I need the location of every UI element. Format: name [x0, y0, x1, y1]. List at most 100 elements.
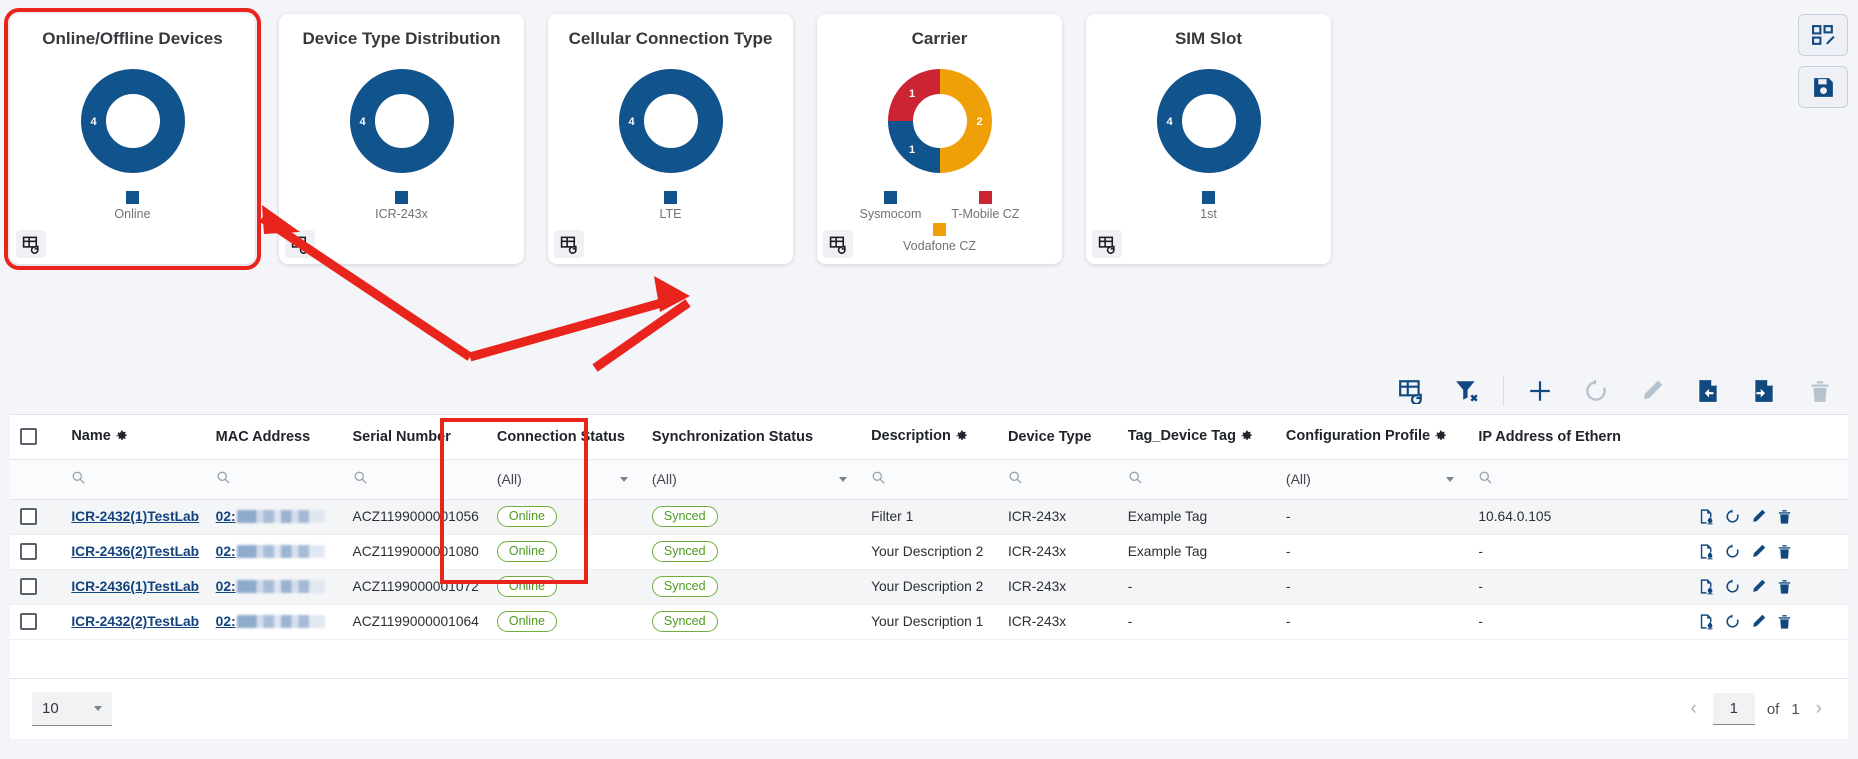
current-page-input[interactable]: 1 — [1713, 693, 1755, 725]
grid-refresh-button[interactable] — [1383, 371, 1439, 411]
column-header[interactable]: MAC Address — [206, 415, 343, 459]
mac-address-link[interactable]: 02: — [216, 544, 236, 559]
row-config-icon[interactable] — [1698, 578, 1715, 595]
column-filter-cell[interactable] — [1468, 459, 1687, 499]
clear-filter-button[interactable] — [1439, 371, 1495, 411]
column-settings-icon[interactable] — [1241, 430, 1253, 446]
column-settings-icon[interactable] — [956, 430, 968, 446]
filter-search-input[interactable] — [353, 470, 477, 488]
column-filter-cell[interactable]: (All) — [642, 459, 861, 499]
chart-refresh-button[interactable] — [1092, 230, 1122, 258]
column-filter-cell[interactable]: (All) — [487, 459, 642, 499]
donut-chart[interactable]: 4 — [340, 59, 464, 183]
legend-item[interactable]: ICR-243x — [372, 191, 432, 221]
column-filter-cell[interactable] — [998, 459, 1118, 499]
row-select-cell[interactable] — [10, 499, 61, 534]
legend-item[interactable]: Sysmocom — [860, 191, 922, 221]
add-button[interactable] — [1512, 371, 1568, 411]
delete-button[interactable] — [1792, 371, 1848, 411]
chart-refresh-button[interactable] — [285, 230, 315, 258]
row-refresh-icon[interactable] — [1724, 543, 1741, 560]
row-delete-icon[interactable] — [1776, 543, 1793, 560]
device-name-link[interactable]: ICR-2432(2)TestLab — [71, 614, 199, 629]
filter-select[interactable]: (All) — [497, 471, 632, 487]
table-row[interactable]: ICR-2436(2)TestLab 02: ACZ1199000001080 … — [10, 534, 1848, 569]
chart-refresh-button[interactable] — [16, 230, 46, 258]
search-icon[interactable] — [353, 473, 368, 488]
search-icon[interactable] — [71, 473, 86, 488]
row-checkbox[interactable] — [20, 543, 37, 560]
filter-search-input[interactable] — [871, 470, 988, 488]
edit-button[interactable] — [1624, 371, 1680, 411]
column-header[interactable]: Configuration Profile — [1276, 415, 1468, 459]
column-settings-icon[interactable] — [116, 430, 128, 446]
legend-item[interactable]: Vodafone CZ — [903, 223, 976, 253]
prev-page-button[interactable]: ‹ — [1686, 698, 1700, 720]
refresh-button[interactable] — [1568, 371, 1624, 411]
row-delete-icon[interactable] — [1776, 578, 1793, 595]
device-name-link[interactable]: ICR-2436(1)TestLab — [71, 579, 199, 594]
table-row[interactable]: ICR-2432(2)TestLab 02: ACZ1199000001064 … — [10, 604, 1848, 639]
row-select-cell[interactable] — [10, 534, 61, 569]
row-delete-icon[interactable] — [1776, 613, 1793, 630]
chart-refresh-button[interactable] — [823, 230, 853, 258]
column-filter-cell[interactable] — [61, 459, 205, 499]
table-row[interactable]: ICR-2432(1)TestLab 02: ACZ1199000001056 … — [10, 499, 1848, 534]
page-size-select[interactable]: 10 — [32, 692, 112, 726]
next-page-button[interactable]: › — [1812, 698, 1826, 720]
column-filter-cell[interactable] — [343, 459, 487, 499]
row-edit-icon[interactable] — [1750, 508, 1767, 525]
row-checkbox[interactable] — [20, 578, 37, 595]
row-select-cell[interactable] — [10, 569, 61, 604]
column-header[interactable]: Synchronization Status — [642, 415, 861, 459]
donut-chart[interactable]: 4 — [609, 59, 733, 183]
filter-search-input[interactable] — [71, 470, 195, 488]
filter-search-input[interactable] — [1008, 470, 1108, 488]
filter-search-input[interactable] — [216, 470, 333, 488]
device-name-link[interactable]: ICR-2432(1)TestLab — [71, 509, 199, 524]
filter-select[interactable]: (All) — [1286, 471, 1458, 487]
export-button[interactable] — [1736, 371, 1792, 411]
column-settings-icon[interactable] — [1435, 430, 1447, 446]
table-row[interactable]: ICR-2436(1)TestLab 02: ACZ1199000001072 … — [10, 569, 1848, 604]
row-checkbox[interactable] — [20, 613, 37, 630]
search-icon[interactable] — [1008, 473, 1023, 488]
row-refresh-icon[interactable] — [1724, 578, 1741, 595]
import-button[interactable] — [1680, 371, 1736, 411]
search-icon[interactable] — [871, 473, 886, 488]
column-filter-cell[interactable]: (All) — [1276, 459, 1468, 499]
row-edit-icon[interactable] — [1750, 613, 1767, 630]
column-header[interactable]: Device Type — [998, 415, 1118, 459]
filter-search-input[interactable] — [1128, 470, 1266, 488]
column-header[interactable]: Name — [61, 415, 205, 459]
row-config-icon[interactable] — [1698, 508, 1715, 525]
row-edit-icon[interactable] — [1750, 543, 1767, 560]
row-config-icon[interactable] — [1698, 543, 1715, 560]
edit-dashboard-button[interactable] — [1798, 14, 1848, 56]
select-all-checkbox[interactable] — [20, 428, 37, 445]
column-filter-cell[interactable] — [1118, 459, 1276, 499]
chart-refresh-button[interactable] — [554, 230, 584, 258]
legend-item[interactable]: T-Mobile CZ — [951, 191, 1019, 221]
column-header[interactable]: Description — [861, 415, 998, 459]
filter-search-input[interactable] — [1478, 470, 1677, 488]
row-checkbox[interactable] — [20, 508, 37, 525]
legend-item[interactable]: Online — [103, 191, 163, 221]
donut-chart[interactable]: 211 — [878, 59, 1002, 183]
row-edit-icon[interactable] — [1750, 578, 1767, 595]
search-icon[interactable] — [1478, 473, 1493, 488]
search-icon[interactable] — [216, 473, 231, 488]
row-select-cell[interactable] — [10, 604, 61, 639]
row-refresh-icon[interactable] — [1724, 613, 1741, 630]
column-header[interactable]: IP Address of Ethern — [1468, 415, 1687, 459]
legend-item[interactable]: LTE — [641, 191, 701, 221]
row-refresh-icon[interactable] — [1724, 508, 1741, 525]
search-icon[interactable] — [1128, 473, 1143, 488]
mac-address-link[interactable]: 02: — [216, 614, 236, 629]
donut-chart[interactable]: 4 — [71, 59, 195, 183]
legend-item[interactable]: 1st — [1179, 191, 1239, 221]
column-filter-cell[interactable] — [206, 459, 343, 499]
column-header[interactable]: Serial Number — [343, 415, 487, 459]
donut-chart[interactable]: 4 — [1147, 59, 1271, 183]
mac-address-link[interactable]: 02: — [216, 579, 236, 594]
